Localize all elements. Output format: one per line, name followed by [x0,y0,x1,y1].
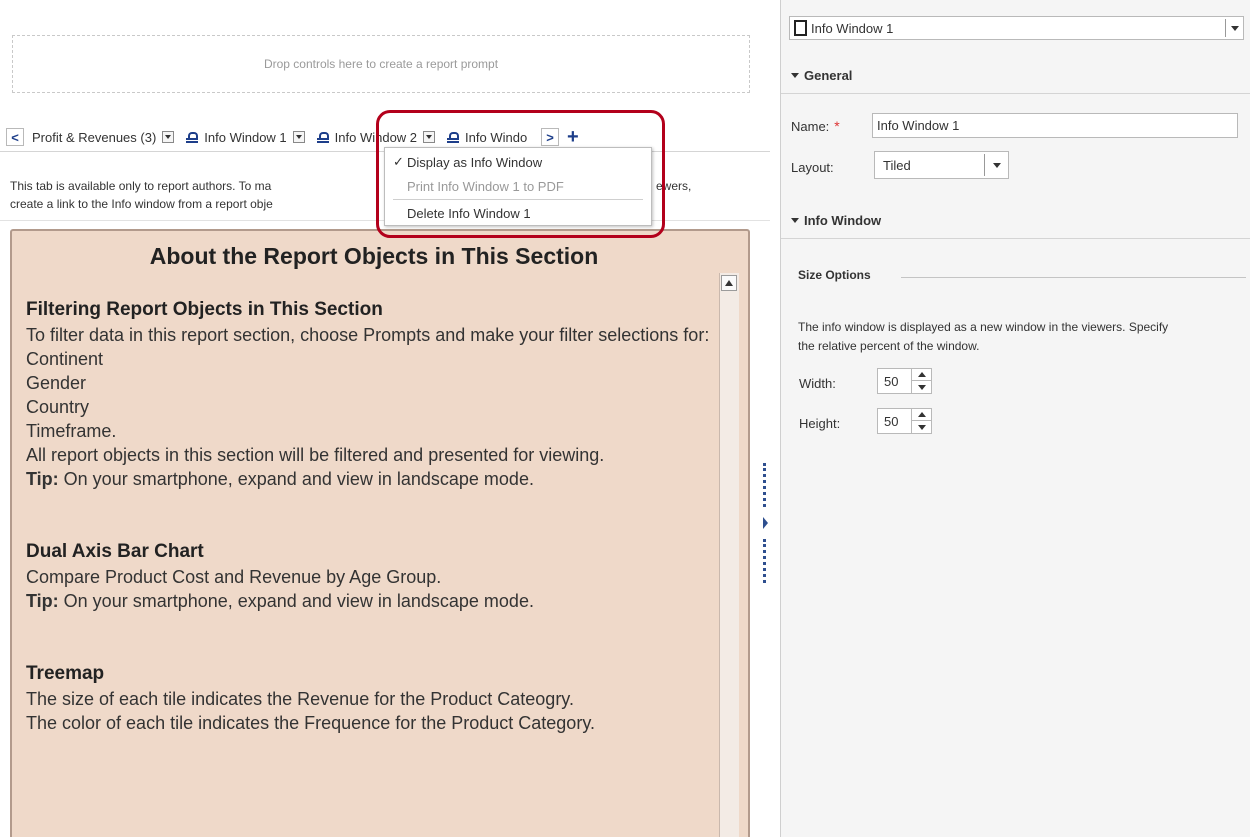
scroll-up-arrow-icon[interactable] [721,275,737,291]
callout-highlight [376,110,665,238]
tip-label: Tip: [26,591,59,611]
size-options-rule [901,277,1246,278]
name-field-value: Info Window 1 [877,118,960,133]
notice-line-1: This tab is available only to report aut… [10,179,272,193]
object-selector[interactable]: Info Window 1 [789,16,1244,40]
tip-line: Tip: On your smartphone, expand and view… [26,589,722,613]
body-line: Timeframe. [26,421,117,441]
width-label: Width: [799,376,836,391]
collapse-triangle-icon [791,73,799,78]
lock-icon [316,131,329,143]
tab-scroll-left-button[interactable]: < [6,128,24,146]
stepper-down-icon[interactable] [912,421,931,433]
layout-select-value: Tiled [883,157,911,173]
body-line: The color of each tile indicates the Fre… [26,713,595,733]
general-section-label: General [804,68,853,83]
tip-text: On your smartphone, expand and view in l… [58,469,534,489]
general-section-header[interactable]: General [781,58,1250,94]
body-line: Gender [26,373,87,393]
report-canvas: Drop controls here to create a report pr… [0,0,770,837]
tab-label: Profit & Revenues (3) [32,129,157,145]
body-line: All report objects in this section will … [26,445,605,465]
tip-label: Tip: [26,469,59,489]
section-heading: Treemap [26,663,105,684]
properties-pane: Info Window 1 General Name: * Info Window… [780,0,1250,837]
content-title: About the Report Objects in This Section [149,243,599,269]
lock-icon [186,131,199,143]
stepper-buttons [911,369,931,393]
layout-select[interactable]: Tiled [874,151,1009,179]
tip-text: On your smartphone, expand and view in l… [58,591,534,611]
splitter-grip [763,539,766,583]
tab-menu-dropdown-icon[interactable] [292,131,305,143]
info-window-section-label: Info Window [804,213,882,228]
tip-line: Tip: On your smartphone, expand and view… [26,467,722,491]
text-object-content: About the Report Objects in This Section… [26,241,722,735]
tab-profit-revenues[interactable]: Profit & Revenues (3) [28,125,178,149]
name-label: Name: * [791,118,840,134]
height-stepper[interactable]: 50 [877,408,932,434]
vertical-scrollbar[interactable] [719,273,739,837]
width-value: 50 [884,373,899,389]
section-heading: Dual Axis Bar Chart [26,541,204,562]
info-window-section-header[interactable]: Info Window [781,203,1250,239]
text-object[interactable]: About the Report Objects in This Section… [10,229,750,837]
pane-splitter[interactable] [762,463,768,583]
stepper-buttons [911,409,931,433]
body-line: Continent [26,349,104,369]
height-label: Height: [799,416,841,431]
body-line: The size of each tile indicates the Reve… [26,689,574,709]
tab-info-window-1[interactable]: Info Window 1 [182,125,308,149]
layout-label: Layout: [791,160,834,175]
body-line: Compare Product Cost and Revenue by Age … [26,567,442,587]
stepper-up-icon[interactable] [912,409,931,421]
size-options-label: Size Options [798,268,871,282]
body-line: Country [26,397,90,417]
splitter-grip [763,463,766,507]
collapse-arrow-icon[interactable] [763,517,768,529]
document-icon [794,20,807,36]
stepper-up-icon[interactable] [912,369,931,381]
width-stepper[interactable]: 50 [877,368,932,394]
tab-menu-dropdown-icon[interactable] [162,131,175,143]
report-prompt-drop-zone[interactable]: Drop controls here to create a report pr… [12,35,750,93]
required-asterisk-icon: * [834,118,840,134]
tab-label: Info Window 1 [204,129,287,145]
prompt-drop-text: Drop controls here to create a report pr… [263,57,499,71]
object-selector-value: Info Window 1 [811,20,894,36]
chevron-down-icon[interactable] [984,154,1008,176]
collapse-triangle-icon [791,218,799,223]
size-options-description: The info window is displayed as a new wi… [798,320,1169,353]
stepper-down-icon[interactable] [912,381,931,393]
name-field[interactable]: Info Window 1 [872,113,1238,138]
height-value: 50 [884,413,899,429]
body-line: To filter data in this report section, c… [26,325,710,345]
chevron-left-icon: < [11,129,19,145]
section-heading: Filtering Report Objects in This Section [26,299,383,320]
chevron-down-icon[interactable] [1225,19,1243,37]
